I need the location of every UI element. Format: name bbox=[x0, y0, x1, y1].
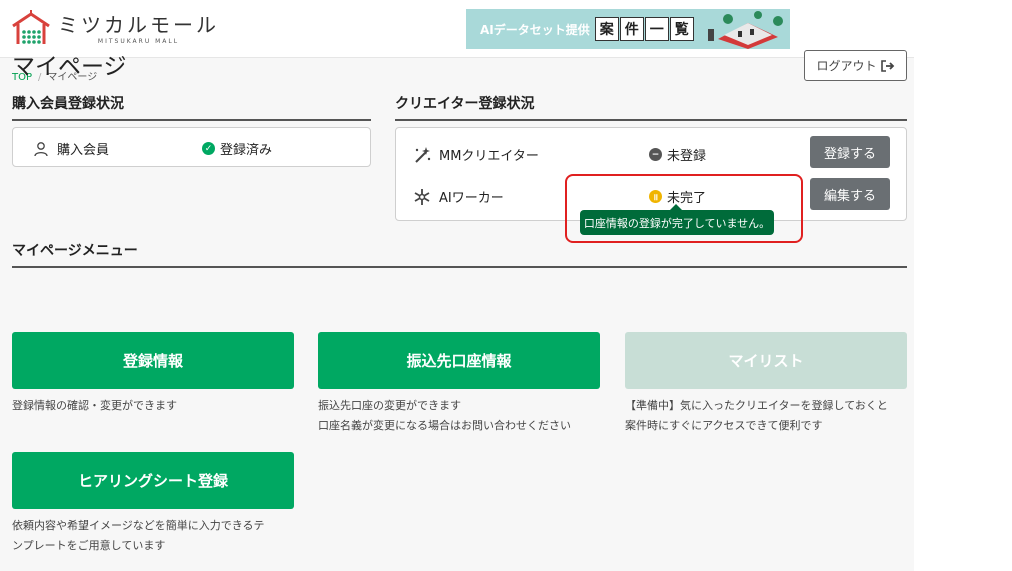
mm-creator-status-text: 未登録 bbox=[667, 149, 707, 164]
registration-info-button[interactable]: 登録情報 bbox=[12, 332, 294, 389]
register-button[interactable]: 登録する bbox=[810, 136, 890, 168]
banner-box: 一 bbox=[644, 17, 669, 41]
user-icon bbox=[34, 141, 48, 156]
mylist-desc: 【準備中】気に入ったクリエイターを登録しておくと 案件時にすぐにアクセスできて便… bbox=[625, 396, 888, 436]
logo-title: ミツカルモール bbox=[58, 12, 219, 37]
ai-worker-row: AIワーカー bbox=[413, 187, 504, 206]
buyer-label: 購入会員 bbox=[57, 143, 110, 158]
mm-creator-row: MMクリエイター bbox=[413, 145, 539, 164]
edit-button[interactable]: 編集する bbox=[810, 178, 890, 210]
mm-creator-status: − 未登録 bbox=[649, 145, 706, 164]
page-title: マイページ bbox=[12, 54, 127, 80]
site-header: ミツカルモール MITSUKARU MALL AIデータセット提供 案 件 一 … bbox=[0, 0, 914, 58]
buyer-status-text: 登録済み bbox=[220, 143, 273, 158]
banner-text: AIデータセット提供 bbox=[480, 22, 590, 37]
desc-line: 【準備中】気に入ったクリエイターを登録しておくと bbox=[625, 399, 888, 412]
banner-box: 件 bbox=[619, 17, 644, 41]
check-circle-icon: ✓ bbox=[202, 142, 215, 155]
desc-line: 振込先口座の変更ができます bbox=[318, 399, 461, 412]
desc-line: ンプレートをご用意しています bbox=[12, 539, 166, 552]
desc-line: 登録情報の確認・変更ができます bbox=[12, 399, 177, 412]
menu-section-title: マイページメニュー bbox=[12, 240, 907, 268]
desc-line: 依頼内容や希望イメージなどを簡単に入力できるテ bbox=[12, 519, 265, 532]
mm-creator-label: MMクリエイター bbox=[439, 149, 539, 164]
banner-box: 覧 bbox=[669, 17, 694, 41]
hearing-sheet-desc: 依頼内容や希望イメージなどを簡単に入力できるテ ンプレートをご用意しています bbox=[12, 516, 265, 556]
logout-icon bbox=[880, 59, 894, 72]
buyer-status-card: 購入会員 ✓ 登録済み bbox=[12, 127, 371, 167]
desc-line: 案件時にすぐにアクセスできて便利です bbox=[625, 419, 823, 432]
bank-account-desc: 振込先口座の変更ができます 口座名義が変更になる場合はお問い合わせください bbox=[318, 396, 571, 436]
ai-worker-label: AIワーカー bbox=[439, 191, 504, 206]
buyer-row: 購入会員 bbox=[33, 139, 109, 158]
buyer-status: ✓ 登録済み bbox=[202, 139, 272, 158]
magic-wand-icon bbox=[415, 146, 431, 163]
bank-account-button[interactable]: 振込先口座情報 bbox=[318, 332, 600, 389]
banner-illustration bbox=[698, 9, 790, 49]
logout-button[interactable]: ログアウト bbox=[804, 50, 907, 81]
ad-banner[interactable]: AIデータセット提供 案 件 一 覧 bbox=[466, 9, 790, 49]
registration-info-desc: 登録情報の確認・変更ができます bbox=[12, 396, 177, 416]
hearing-sheet-button[interactable]: ヒアリングシート登録 bbox=[12, 452, 294, 509]
logout-label: ログアウト bbox=[816, 59, 877, 73]
ai-network-icon bbox=[414, 188, 430, 205]
shop-logo-icon bbox=[12, 10, 50, 44]
desc-line: 口座名義が変更になる場合はお問い合わせください bbox=[318, 419, 571, 432]
banner-box: 案 bbox=[594, 17, 619, 41]
buyer-section-title: 購入会員登録状況 bbox=[12, 93, 371, 121]
site-logo[interactable]: ミツカルモール MITSUKARU MALL bbox=[10, 10, 219, 48]
mylist-button: マイリスト bbox=[625, 332, 907, 389]
logo-subtitle: MITSUKARU MALL bbox=[97, 37, 180, 45]
incomplete-tooltip: 口座情報の登録が完了していません。 bbox=[580, 204, 774, 235]
minus-circle-icon: − bbox=[649, 148, 662, 161]
creator-section-title: クリエイター登録状況 bbox=[395, 93, 907, 121]
